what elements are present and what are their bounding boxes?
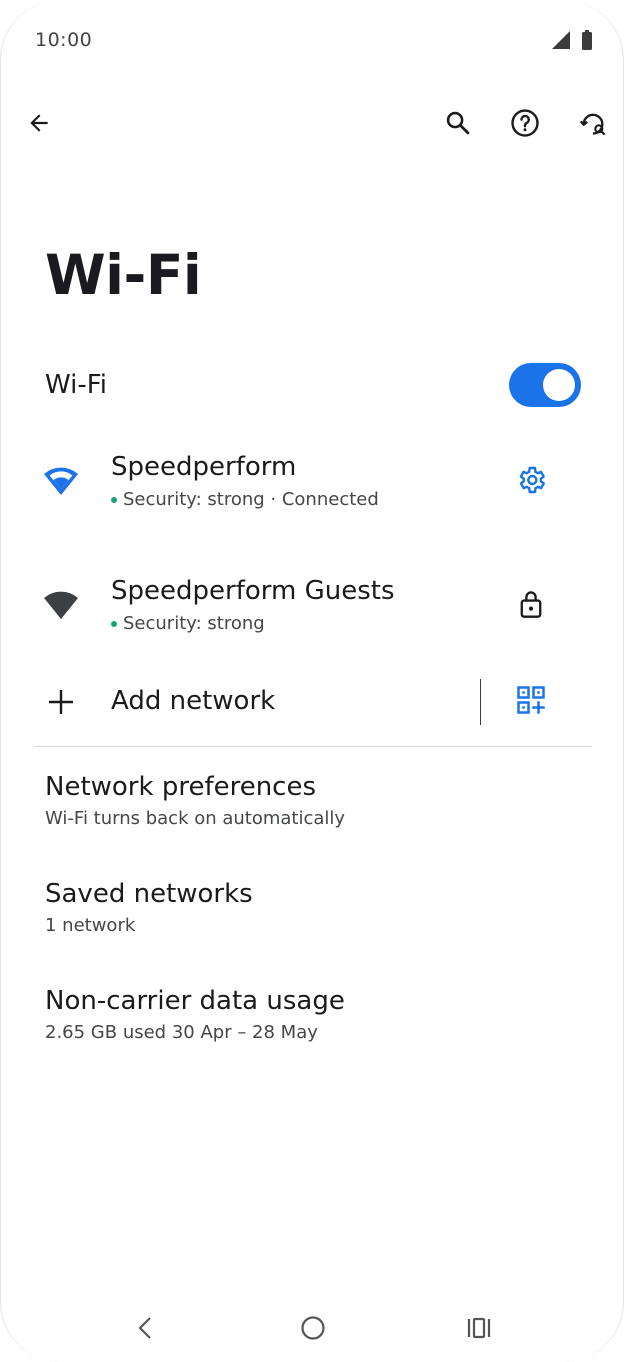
pref-subtitle: Wi-Fi turns back on automatically bbox=[45, 808, 346, 829]
pref-title: Non-carrier data usage bbox=[45, 986, 345, 1016]
nav-back-icon bbox=[135, 1315, 155, 1345]
network-name: Speedperform Guests bbox=[111, 576, 395, 606]
wifi-toggle-switch[interactable] bbox=[509, 363, 581, 407]
status-dot bbox=[111, 620, 117, 627]
pref-title: Saved networks bbox=[45, 879, 253, 909]
pref-title: Network preferences bbox=[45, 772, 317, 802]
vertical-divider bbox=[480, 679, 481, 725]
network-settings-button[interactable] bbox=[507, 458, 555, 506]
status-icons bbox=[551, 30, 593, 50]
battery-icon bbox=[581, 30, 593, 50]
wifi-toggle-label: Wi-Fi bbox=[45, 370, 108, 400]
help-button[interactable] bbox=[501, 99, 549, 147]
nav-home-button[interactable] bbox=[291, 1310, 335, 1350]
help-circle-icon bbox=[510, 108, 540, 138]
network-status-text: Security: strong · Connected bbox=[123, 489, 379, 510]
page-title: Wi-Fi bbox=[45, 243, 202, 307]
network-name: Speedperform bbox=[111, 452, 297, 482]
nav-back-button[interactable] bbox=[123, 1310, 167, 1350]
search-icon bbox=[444, 109, 472, 137]
network-status-text: Security: strong bbox=[123, 613, 265, 634]
add-network-label: Add network bbox=[111, 686, 276, 716]
data-usage-item[interactable]: Non-carrier data usage 2.65 GB used 30 A… bbox=[1, 984, 623, 1064]
wifi-full-icon bbox=[43, 466, 79, 500]
wifi-toggle-row[interactable]: Wi-Fi bbox=[1, 355, 623, 419]
network-lock-indicator bbox=[507, 582, 555, 630]
nav-home-icon bbox=[300, 1315, 326, 1345]
plus-icon bbox=[45, 686, 77, 722]
network-preferences-item[interactable]: Network preferences Wi-Fi turns back on … bbox=[1, 770, 623, 850]
network-status: Security: strong bbox=[111, 613, 265, 634]
status-bar: 10:00 bbox=[1, 0, 623, 80]
cellular-signal-icon bbox=[551, 30, 571, 50]
network-status: Security: strong · Connected bbox=[111, 489, 379, 510]
arrow-left-icon bbox=[26, 110, 52, 136]
nav-recents-button[interactable] bbox=[457, 1310, 501, 1350]
wifi-full-icon bbox=[43, 590, 79, 624]
toggle-knob bbox=[543, 369, 575, 401]
lock-icon bbox=[517, 589, 545, 623]
qr-code-scan-icon bbox=[516, 685, 546, 719]
sync-settings-icon bbox=[579, 109, 607, 137]
network-item-speedperform-guests[interactable]: Speedperform Guests Security: strong bbox=[1, 562, 623, 658]
section-divider bbox=[34, 746, 592, 747]
nav-recents-icon bbox=[466, 1316, 492, 1344]
app-bar bbox=[1, 95, 623, 151]
navigation-bar bbox=[1, 1300, 623, 1362]
network-item-speedperform[interactable]: Speedperform Security: strong · Connecte… bbox=[1, 438, 623, 534]
search-button[interactable] bbox=[434, 99, 482, 147]
pref-subtitle: 1 network bbox=[45, 915, 136, 936]
status-time: 10:00 bbox=[35, 29, 93, 51]
back-button[interactable] bbox=[15, 99, 63, 147]
gear-icon bbox=[515, 464, 547, 500]
scan-qr-button[interactable] bbox=[507, 678, 555, 726]
device-screen: 10:00 Wi-Fi Wi-Fi Speedperform Security:… bbox=[0, 0, 624, 1362]
saved-networks-item[interactable]: Saved networks 1 network bbox=[1, 877, 623, 957]
sync-settings-button[interactable] bbox=[569, 99, 617, 147]
pref-subtitle: 2.65 GB used 30 Apr – 28 May bbox=[45, 1022, 318, 1043]
add-network-row[interactable]: Add network bbox=[1, 670, 623, 734]
status-dot bbox=[111, 496, 117, 503]
